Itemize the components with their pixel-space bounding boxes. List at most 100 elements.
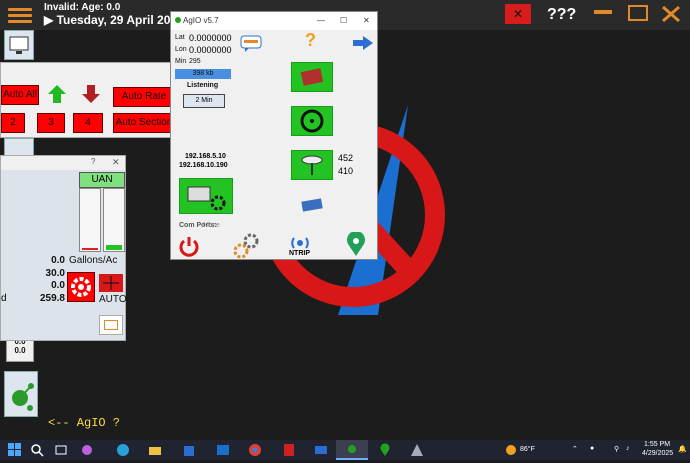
minimize-button[interactable]: [594, 10, 612, 14]
ntrip-icon: [291, 237, 309, 249]
steering-wheel-button[interactable]: [291, 106, 333, 136]
search-icon: [31, 444, 44, 457]
listening-text: Listening: [187, 82, 219, 89]
file-explorer-button[interactable]: [148, 443, 162, 457]
outlook-button[interactable]: [216, 443, 230, 457]
date-value: Tuesday, 29 April 2025: [56, 13, 184, 27]
volume-icon[interactable]: ♪: [626, 445, 630, 452]
rate-close-button[interactable]: ✕: [112, 157, 120, 168]
app-button[interactable]: [410, 443, 424, 457]
tool-button[interactable]: [4, 138, 34, 156]
message-button[interactable]: [239, 34, 265, 54]
map-pin-icon: [347, 230, 365, 256]
rate-gauge-left: [79, 188, 101, 252]
agio-launch-button[interactable]: [4, 371, 38, 417]
ntrip-button[interactable]: [289, 234, 311, 250]
help-question-button[interactable]: ?: [305, 30, 316, 51]
agopengps-icon: [348, 445, 356, 453]
monitor-button[interactable]: [4, 30, 34, 60]
can-bus-button[interactable]: [299, 194, 325, 218]
close-icon: [662, 5, 680, 23]
temperature-text: 86°F: [520, 446, 535, 453]
clock-date[interactable]: 4/29/2025: [642, 450, 673, 457]
auto-all-button[interactable]: Auto All: [1, 85, 39, 105]
section-control-panel: ✕ Auto All Auto Rate 2 3 4 Auto Section: [0, 62, 182, 138]
home-location-button[interactable]: [345, 230, 367, 258]
pdf-icon: [284, 444, 294, 456]
weather-icon[interactable]: [504, 443, 518, 457]
nudge-up-button[interactable]: [47, 83, 67, 105]
maximize-button[interactable]: [628, 5, 648, 21]
count-1: 452: [338, 153, 354, 163]
rate-value-1: 0.0: [51, 255, 65, 266]
mail-button[interactable]: [314, 443, 328, 457]
task-view-icon: [55, 445, 67, 455]
rate-gauge-right: [103, 188, 125, 252]
rate-settings-button[interactable]: [67, 272, 95, 302]
location-pin-icon: [380, 443, 390, 456]
power-button[interactable]: [177, 234, 201, 258]
pdf-app-button[interactable]: [282, 443, 296, 457]
nudge-down-button[interactable]: [81, 83, 101, 105]
section-4-button[interactable]: 4: [73, 113, 103, 133]
ethernet-config-button[interactable]: [179, 178, 233, 214]
agio-titlebar: AgIO v5.7 — ☐ ✕: [171, 12, 377, 30]
interval-button[interactable]: 2 Min: [183, 94, 225, 108]
tray-overflow-button[interactable]: ⌃: [572, 445, 578, 453]
chrome-button[interactable]: [248, 443, 262, 457]
copilot-icon: [82, 445, 92, 455]
edge-icon: [117, 444, 129, 456]
windows-start-button[interactable]: [8, 443, 22, 457]
section-2-button[interactable]: 2: [1, 113, 25, 133]
rate-control-window: ? ✕ UAN 0.0 Gallons/Ac 30.0 0.0 259.8 d …: [0, 155, 127, 341]
app-icon: [175, 17, 181, 23]
gps-antenna-button[interactable]: [291, 150, 333, 180]
side-label: d: [1, 293, 7, 304]
ip-address-2: 192.168.10.190: [179, 162, 228, 169]
menu-icon[interactable]: [8, 5, 32, 25]
lon-label: Lon: [175, 46, 187, 53]
lat-value: 0.0000000: [189, 33, 232, 43]
monitor-icon: [9, 36, 29, 54]
small-config-button[interactable]: [99, 315, 123, 335]
date-text: ▶ Tuesday, 29 April 2025: [44, 13, 184, 27]
close-button[interactable]: [659, 4, 683, 24]
arrow-right-icon: [353, 36, 373, 50]
section-3-button[interactable]: 3: [37, 113, 65, 133]
product-label: UAN: [79, 172, 125, 188]
com-ports-value: None: [203, 222, 220, 229]
power-icon: [179, 237, 199, 257]
copilot-button[interactable]: [80, 443, 94, 457]
ip-address-1: 192.168.5.10: [185, 153, 226, 160]
agio-close-button[interactable]: ✕: [363, 12, 370, 30]
search-button[interactable]: [30, 443, 44, 457]
gps-warning-icon[interactable]: ✕: [505, 4, 531, 24]
agio-maximize-button[interactable]: ☐: [340, 12, 347, 30]
wifi-icon[interactable]: ⚲: [614, 445, 619, 453]
auto-rate-button[interactable]: Auto Rate: [113, 87, 175, 107]
min-label: Min: [175, 58, 187, 65]
clock-time[interactable]: 1:55 PM: [644, 441, 670, 448]
next-arrow-button[interactable]: [353, 36, 373, 50]
tray-icon[interactable]: ●: [590, 445, 594, 452]
agopengps-taskbar-button[interactable]: [336, 440, 368, 460]
task-view-button[interactable]: [54, 443, 68, 457]
module-board-button[interactable]: [291, 62, 333, 92]
lat-label: Lat: [175, 34, 185, 41]
folder-icon: [149, 447, 161, 455]
store-button[interactable]: [182, 443, 196, 457]
auto-toggle-button[interactable]: [99, 274, 123, 292]
mail-icon: [315, 446, 327, 454]
agio-minimize-button[interactable]: —: [317, 12, 325, 30]
ntrip-label: NTRIP: [289, 250, 310, 257]
agio-taskbar-button[interactable]: [378, 443, 392, 457]
arrow-down-icon: [82, 85, 100, 103]
settings-button[interactable]: [231, 232, 261, 260]
help-button[interactable]: ?: [91, 157, 95, 166]
kb-bar: 398 kb: [175, 69, 231, 79]
auto-section-button[interactable]: Auto Section: [113, 113, 175, 133]
edge-button[interactable]: [116, 443, 130, 457]
auto-label: AUTO: [99, 294, 127, 305]
notification-bell-icon[interactable]: 🔔: [678, 445, 687, 453]
outlook-icon: [217, 445, 229, 455]
